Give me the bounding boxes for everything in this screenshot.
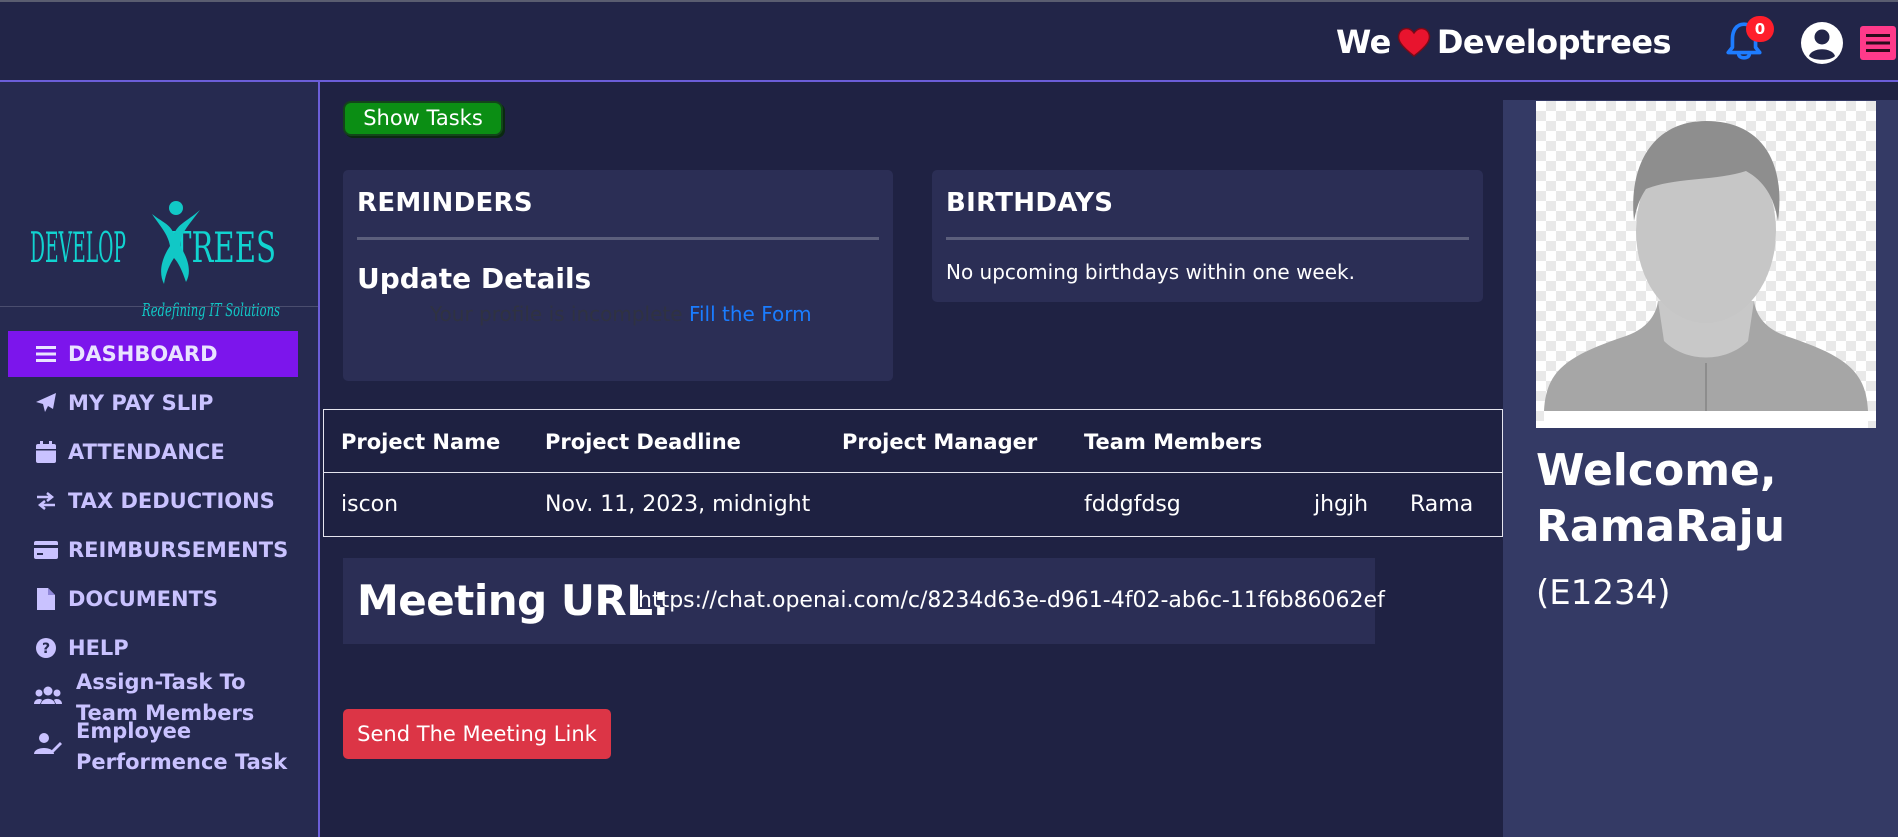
- col-header-project-deadline: Project Deadline: [545, 430, 741, 454]
- projects-table: Project Name Project Deadline Project Ma…: [323, 409, 1503, 537]
- welcome-line1: Welcome,: [1536, 445, 1777, 496]
- birthdays-message: No upcoming birthdays within one week.: [946, 260, 1355, 284]
- exchange-icon: [34, 489, 58, 513]
- brand-prefix: We: [1336, 23, 1391, 61]
- logo-tagline: Redefining IT Solutions: [141, 300, 280, 321]
- sidebar-item-label: HELP: [68, 636, 129, 660]
- birthdays-card: BIRTHDAYS No upcoming birthdays within o…: [932, 170, 1483, 302]
- sidebar-item-tax-deductions[interactable]: TAX DEDUCTIONS: [8, 478, 298, 524]
- profile-photo: [1536, 101, 1876, 428]
- cell-project-name: iscon: [341, 492, 399, 517]
- sidebar-item-employee-performance[interactable]: Employee Performence Task: [8, 716, 308, 778]
- reminders-divider: [357, 237, 879, 240]
- assign-task-line1: Assign-Task To: [76, 670, 246, 694]
- sidebar-item-label: DOCUMENTS: [68, 587, 219, 611]
- notification-badge: 0: [1746, 16, 1774, 42]
- sidebar-item-reimbursements[interactable]: REIMBURSEMENTS: [8, 527, 298, 573]
- sidebar-item-dashboard[interactable]: DASHBOARD: [8, 331, 298, 377]
- sidebar-item-label: DASHBOARD: [68, 342, 218, 366]
- profile-incomplete-message: Your profile is incomplete: [430, 302, 683, 326]
- cell-team-member: Rama: [1410, 492, 1474, 517]
- heart-icon: [1397, 27, 1431, 57]
- brand-line: We Developtrees: [1336, 20, 1672, 64]
- file-icon: [34, 587, 58, 611]
- credit-card-icon: [34, 538, 58, 562]
- sidebar-item-label: MY PAY SLIP: [68, 391, 214, 415]
- top-bar: We Developtrees 0: [0, 0, 1898, 82]
- svg-text:?: ?: [42, 641, 50, 657]
- fill-form-link[interactable]: Fill the Form: [689, 302, 812, 326]
- reminders-title: REMINDERS: [357, 188, 533, 218]
- welcome-line2: RamaRaju: [1536, 501, 1786, 552]
- hamburger-menu-button[interactable]: [1860, 26, 1896, 60]
- profile-incomplete-text: Your profile is incomplete Fill the Form: [430, 302, 812, 326]
- cell-team-member: fddgfdsg: [1084, 492, 1181, 517]
- show-tasks-button[interactable]: Show Tasks: [343, 101, 503, 136]
- sidebar-item-my-pay-slip[interactable]: MY PAY SLIP: [8, 380, 298, 426]
- person-placeholder-icon: [1544, 121, 1868, 428]
- sidebar-item-help[interactable]: ? HELP: [8, 625, 298, 671]
- bars-icon: [34, 342, 58, 366]
- cell-project-deadline: Nov. 11, 2023, midnight: [545, 492, 811, 517]
- employee-id: (E1234): [1536, 573, 1671, 613]
- employee-perf-line1: Employee: [76, 719, 192, 743]
- update-details-heading: Update Details: [357, 262, 592, 295]
- user-circle-icon[interactable]: [1800, 21, 1844, 65]
- birthdays-title: BIRTHDAYS: [946, 188, 1114, 218]
- sidebar-item-label: ATTENDANCE: [68, 440, 225, 464]
- paper-plane-icon: [34, 391, 58, 415]
- send-meeting-link-button[interactable]: Send The Meeting Link: [343, 709, 611, 759]
- sidebar-item-attendance[interactable]: ATTENDANCE: [8, 429, 298, 475]
- user-edit-icon: [34, 732, 62, 763]
- hamburger-icon: [1866, 34, 1890, 52]
- birthdays-divider: [946, 237, 1469, 240]
- users-icon: [34, 683, 62, 714]
- logo-word-left: DEVELOP: [30, 223, 126, 272]
- question-circle-icon: ?: [34, 636, 58, 660]
- calendar-icon: [34, 440, 58, 464]
- table-header-divider: [324, 472, 1502, 473]
- meeting-url-value[interactable]: https://chat.openai.com/c/8234d63e-d961-…: [638, 588, 1385, 613]
- cell-team-member: jhgjh: [1314, 492, 1369, 517]
- sidebar-divider: [0, 306, 318, 307]
- meeting-url-box: Meeting URL: https://chat.openai.com/c/8…: [343, 558, 1385, 644]
- developtrees-logo: DEVELOP TREES Redefining IT Solutions: [30, 201, 280, 321]
- col-header-project-name: Project Name: [341, 430, 501, 454]
- brand-name: Developtrees: [1436, 23, 1672, 61]
- col-header-project-manager: Project Manager: [842, 430, 1038, 454]
- sidebar-item-documents[interactable]: DOCUMENTS: [8, 576, 298, 622]
- col-header-team-members: Team Members: [1084, 430, 1263, 454]
- employee-perf-line2: Performence Task: [76, 750, 288, 774]
- reminders-card: REMINDERS Update Details Your profile is…: [343, 170, 893, 381]
- welcome-heading: Welcome, RamaRaju: [1536, 443, 1785, 555]
- meeting-url-label: Meeting URL:: [357, 576, 669, 625]
- sidebar-item-label: REIMBURSEMENTS: [68, 538, 289, 562]
- sidebar-item-label: TAX DEDUCTIONS: [68, 489, 275, 513]
